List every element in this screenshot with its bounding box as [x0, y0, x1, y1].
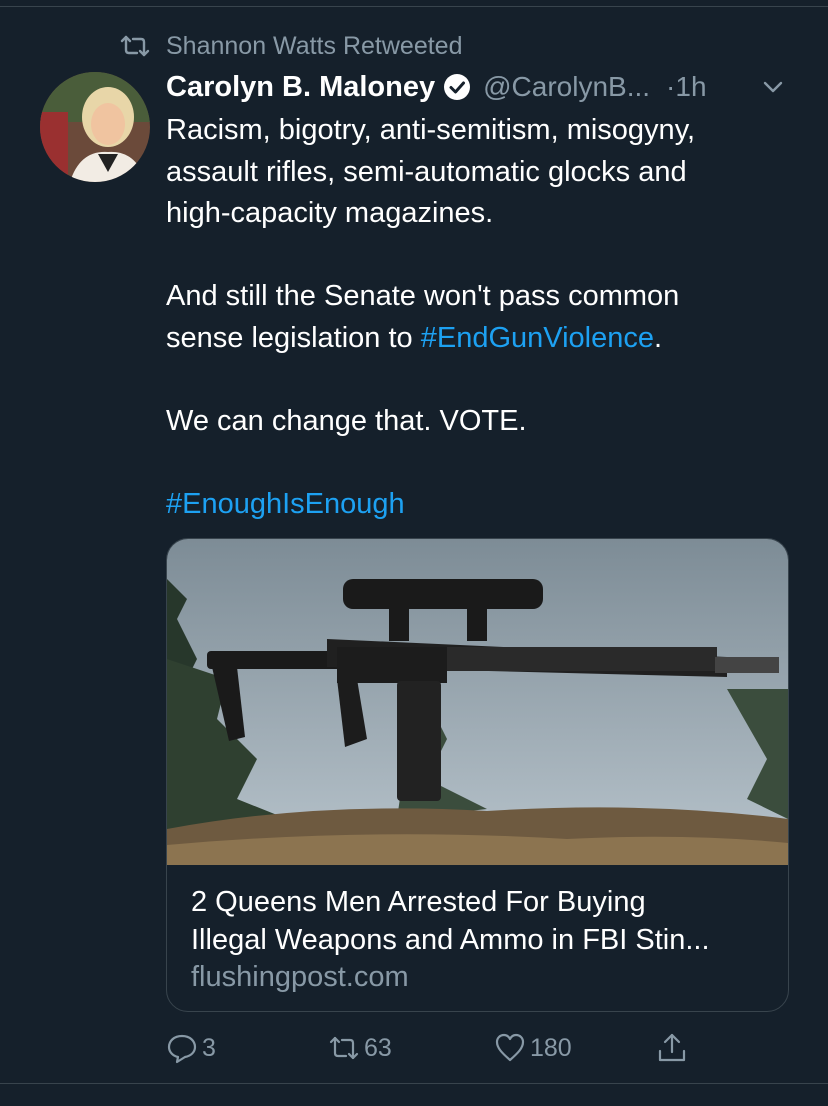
tweet-period: . — [653, 321, 663, 354]
reply-count: 3 — [202, 1033, 216, 1062]
reply-icon — [167, 1034, 197, 1064]
card-image — [167, 539, 788, 865]
hashtag-enoughisenough[interactable]: #EnoughIsEnough — [166, 488, 405, 520]
tweet-line: high-capacity magazines. — [166, 197, 494, 229]
tweet-text: Racism, bigotry, anti-semitism, misogyny… — [166, 110, 786, 525]
share-button[interactable] — [656, 1030, 692, 1066]
retweet-count: 63 — [364, 1033, 392, 1062]
verified-badge-icon — [444, 74, 471, 100]
tweet-line: And still the Senate won't pass common — [166, 280, 680, 312]
heart-icon — [495, 1033, 525, 1062]
chevron-down-icon[interactable] — [760, 74, 786, 100]
card-domain: flushingpost.com — [191, 961, 409, 993]
retweet-label: Shannon Watts Retweeted — [166, 31, 463, 60]
hashtag-endgunviolence[interactable]: #EndGunViolence — [421, 322, 654, 354]
tweet-actions: 3 63 180 — [166, 1030, 726, 1066]
tweet-line: sense legislation to #EndGunViolence. — [166, 318, 786, 360]
tweet-line: We can change that. VOTE. — [166, 404, 527, 437]
author-name[interactable]: Carolyn B. Maloney — [166, 71, 435, 104]
tweet-line: #EnoughIsEnough — [166, 484, 786, 526]
link-card[interactable]: 2 Queens Men Arrested For Buying Illegal… — [166, 538, 789, 1012]
bottom-divider — [0, 1083, 828, 1084]
tweet-line-text: sense legislation to — [166, 321, 421, 354]
reply-button[interactable]: 3 — [166, 1030, 216, 1066]
tweet-time[interactable]: ·1h — [666, 71, 706, 103]
retweet-button[interactable]: 63 — [328, 1030, 392, 1066]
retweet-icon — [120, 35, 150, 57]
retweet-context[interactable]: Shannon Watts Retweeted — [120, 30, 462, 62]
card-title-line: Illegal Weapons and Ammo in FBI Stin... — [191, 924, 710, 956]
share-icon — [658, 1033, 686, 1062]
like-button[interactable]: 180 — [494, 1030, 572, 1066]
author-handle[interactable]: @CarolynB... — [483, 71, 650, 103]
tweet-line: assault rifles, semi-automatic glocks an… — [166, 155, 687, 188]
tweet-header: Carolyn B. Maloney @CarolynB... ·1h — [166, 66, 806, 108]
like-count: 180 — [530, 1033, 572, 1062]
retweet-icon — [329, 1036, 359, 1060]
card-title: 2 Queens Men Arrested For Buying Illegal… — [191, 883, 771, 959]
tweet-line: Racism, bigotry, anti-semitism, misogyny… — [166, 114, 696, 146]
card-title-line: 2 Queens Men Arrested For Buying — [191, 886, 646, 918]
top-divider — [0, 6, 828, 7]
avatar[interactable] — [40, 72, 150, 182]
